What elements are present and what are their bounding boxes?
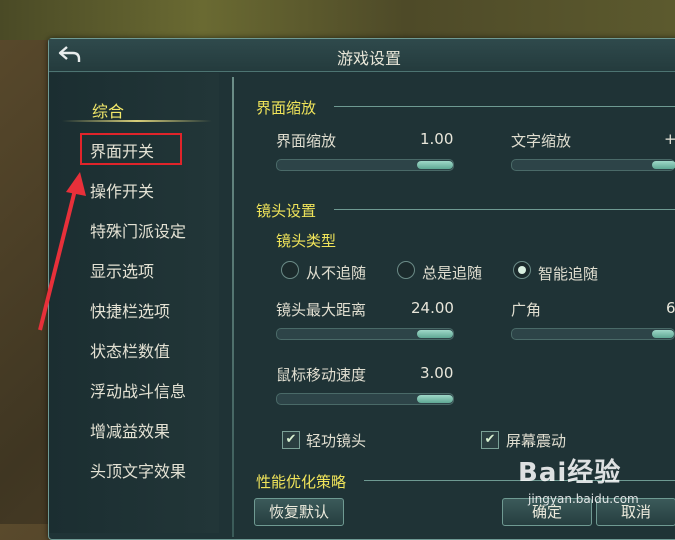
section-line: [334, 106, 675, 107]
section-title-performance: 性能优化策略: [256, 473, 347, 491]
sidebar-item-hotbar[interactable]: 快捷栏选项: [90, 298, 170, 322]
sidebar-item-general[interactable]: 综合: [92, 98, 124, 122]
text-scale-slider[interactable]: [511, 159, 675, 171]
mouse-speed-value: 3.00: [420, 364, 454, 382]
qinggong-camera-checkbox[interactable]: ✔: [282, 431, 300, 449]
background-scene: [0, 0, 675, 40]
mouse-speed-label: 鼠标移动速度: [276, 366, 367, 384]
text-scale-label: 文字缩放: [511, 132, 572, 150]
highlight-box: [80, 133, 182, 165]
screen-shake-label: 屏幕震动: [506, 432, 567, 450]
camera-type-title: 镜头类型: [276, 232, 337, 250]
watermark-url: jingyan.baidu.com: [528, 492, 639, 506]
section-title-ui-scale: 界面缩放: [256, 99, 317, 117]
active-underline: [62, 120, 212, 122]
sidebar-item-sect-settings[interactable]: 特殊门派设定: [90, 218, 186, 242]
screen-shake-checkbox[interactable]: ✔: [481, 431, 499, 449]
max-distance-value: 24.00: [411, 299, 454, 317]
radio-never-follow[interactable]: [281, 261, 299, 279]
mouse-speed-slider[interactable]: [276, 393, 454, 405]
interface-scale-label: 界面缩放: [276, 132, 337, 150]
radio-never-follow-label: 从不追随: [306, 264, 367, 282]
slider-thumb[interactable]: [417, 330, 453, 338]
max-distance-slider[interactable]: [276, 328, 454, 340]
slider-thumb[interactable]: [417, 161, 453, 169]
slider-thumb[interactable]: [652, 161, 675, 169]
watermark-logo: Bai经验: [518, 458, 622, 488]
section-title-camera: 镜头设置: [256, 202, 317, 220]
max-distance-label: 镜头最大距离: [276, 301, 367, 319]
fov-label: 广角: [511, 301, 542, 319]
sidebar-item-display[interactable]: 显示选项: [90, 258, 154, 282]
sidebar-divider: [232, 77, 234, 537]
sidebar-item-combat-text[interactable]: 浮动战斗信息: [90, 378, 186, 402]
radio-smart-follow[interactable]: [513, 261, 531, 279]
slider-thumb[interactable]: [652, 330, 674, 338]
fov-value: 6: [666, 299, 675, 317]
slider-thumb[interactable]: [417, 395, 453, 403]
sidebar-item-controls[interactable]: 操作开关: [90, 178, 154, 202]
radio-always-follow-label: 总是追随: [422, 264, 483, 282]
sidebar-item-overhead-text[interactable]: 头顶文字效果: [90, 458, 186, 482]
text-scale-value: +: [664, 130, 675, 148]
interface-scale-value: 1.00: [420, 130, 454, 148]
sidebar-item-buffs[interactable]: 增减益效果: [90, 418, 170, 442]
window-title: 游戏设置: [336, 49, 401, 68]
sidebar-item-status-bar[interactable]: 状态栏数值: [90, 338, 170, 362]
fov-slider[interactable]: [511, 328, 675, 340]
radio-always-follow[interactable]: [397, 261, 415, 279]
section-line: [334, 209, 675, 210]
title-bar: 游戏设置: [49, 39, 675, 72]
restore-defaults-button[interactable]: 恢复默认: [254, 498, 344, 526]
radio-smart-follow-label: 智能追随: [538, 265, 599, 283]
qinggong-camera-label: 轻功镜头: [306, 432, 367, 450]
interface-scale-slider[interactable]: [276, 159, 454, 171]
